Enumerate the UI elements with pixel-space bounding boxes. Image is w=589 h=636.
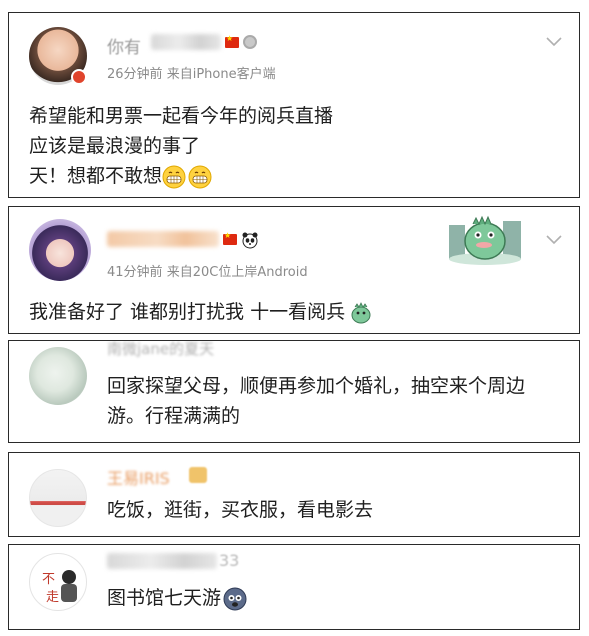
user-name-redacted	[107, 553, 217, 569]
avatar-text: 走	[46, 590, 60, 605]
avatar-figure	[62, 570, 76, 584]
user-name-redacted	[151, 34, 221, 50]
comment-card-1: 你有 26分钟前 来自iPhone客户端 希望能和男票一起看今年的阅兵直播 应该…	[8, 12, 580, 198]
comment-time: 41分钟前	[107, 265, 163, 280]
comment-line-1: 希望能和男票一起看今年的阅兵直播	[29, 105, 334, 127]
user-name[interactable]: 王易IRIS	[107, 465, 170, 489]
comment-line-1: 吃饭，逛街，买衣服，看电影去	[107, 499, 374, 521]
panda-icon	[242, 232, 258, 249]
comment-time: 26分钟前	[107, 67, 163, 82]
avatar-text: 不	[42, 572, 56, 587]
avatar[interactable]: 不 走	[29, 553, 87, 611]
verified-badge-icon	[71, 69, 87, 85]
comment-meta: 41分钟前 来自20C位上岸Android	[107, 265, 308, 280]
vip-badge-icon	[189, 467, 207, 483]
user-name[interactable]: 你有	[107, 33, 141, 58]
user-name-redacted	[107, 231, 219, 247]
chevron-down-icon[interactable]	[546, 235, 562, 245]
user-name[interactable]: 南微jane的夏天	[107, 341, 214, 359]
user-name[interactable]: 33	[219, 551, 239, 570]
comment-card-3: 南微jane的夏天 回家探望父母，顺便再参加个婚礼，抽空来个周边 游。行程满满的	[8, 340, 580, 443]
scared-face-icon	[223, 587, 247, 610]
comment-line-2: 游。行程满满的	[107, 405, 241, 427]
dinosaur-emoji-icon	[351, 301, 371, 323]
comment-line-1: 我准备好了 谁都别打扰我 十一看阅兵	[29, 297, 373, 327]
chevron-down-icon[interactable]	[546, 37, 562, 47]
comment-line-3: 天！想都不敢想	[29, 161, 212, 191]
grinning-face-icon	[162, 165, 186, 188]
avatar[interactable]	[29, 347, 87, 405]
comment-source: 20C位上岸Android	[192, 265, 308, 280]
comment-source: iPhone客户端	[192, 67, 276, 82]
china-flag-icon	[225, 34, 239, 48]
comment-card-4: 王易IRIS 吃饭，逛街，买衣服，看电影去	[8, 452, 580, 537]
china-flag-icon	[223, 231, 237, 245]
comment-line-1: 图书馆七天游	[107, 583, 247, 613]
grinning-face-icon	[188, 165, 212, 188]
comment-line-2: 应该是最浪漫的事了	[29, 135, 201, 157]
level-medal-icon	[243, 35, 257, 49]
avatar-figure	[61, 584, 77, 602]
dinosaur-sticker-icon	[449, 215, 521, 265]
comment-line-1: 回家探望父母，顺便再参加个婚礼，抽空来个周边	[107, 375, 526, 397]
avatar[interactable]	[29, 219, 91, 281]
comment-card-5: 不 走 33 图书馆七天游	[8, 544, 580, 630]
comment-card-2: 41分钟前 来自20C位上岸Android 我准备好了 谁都别打扰我 十一看阅兵	[8, 206, 580, 334]
comment-meta: 26分钟前 来自iPhone客户端	[107, 67, 276, 82]
avatar[interactable]	[29, 469, 87, 527]
